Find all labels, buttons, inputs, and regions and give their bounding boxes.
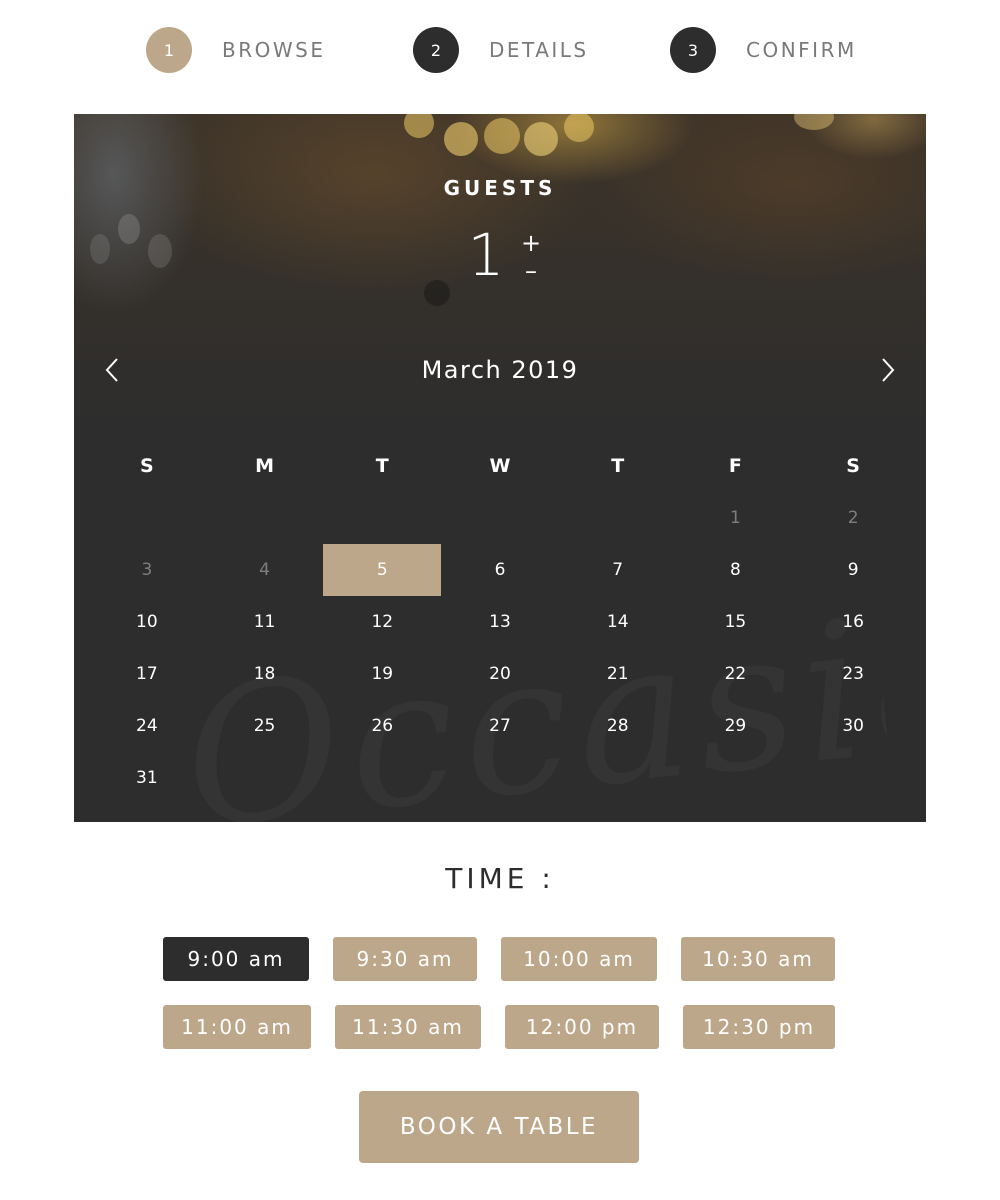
- bokeh-light: [444, 122, 478, 156]
- chevron-left-icon: [105, 358, 118, 382]
- booking-steps: 1 BROWSE 2 DETAILS 3 CONFIRM: [0, 0, 1000, 114]
- calendar-day[interactable]: 14: [559, 596, 677, 648]
- calendar-day[interactable]: 26: [323, 700, 441, 752]
- calendar-day[interactable]: 22: [677, 648, 795, 700]
- weekday-header: F: [728, 455, 742, 477]
- weekday-header: T: [611, 455, 625, 477]
- calendar-day[interactable]: 11: [206, 596, 324, 648]
- step-label: BROWSE: [222, 38, 326, 62]
- bokeh-light: [424, 280, 450, 306]
- bokeh-light: [148, 234, 172, 268]
- calendar-empty-cell: [206, 492, 324, 544]
- bokeh-light: [404, 114, 434, 138]
- calendar-day[interactable]: 24: [88, 700, 206, 752]
- weekday-header: S: [140, 455, 154, 477]
- calendar-day[interactable]: 25: [206, 700, 324, 752]
- weekday-header: T: [375, 455, 389, 477]
- minus-icon: –: [525, 257, 537, 285]
- calendar-day[interactable]: 8: [677, 544, 795, 596]
- book-table-button[interactable]: BOOK A TABLE: [359, 1091, 639, 1163]
- bokeh-light: [484, 118, 520, 154]
- chevron-right-icon: [882, 358, 895, 382]
- plus-icon: +: [520, 229, 542, 257]
- calendar-day-selected[interactable]: 5: [323, 544, 442, 596]
- bokeh-light: [564, 114, 594, 142]
- calendar-day: 3: [141, 560, 153, 580]
- calendar-grid: S M T W T F S 1 2 3 4 5 6 7 8 9 10 11 12 13 14 15 16 17 18 19 20 21…: [88, 440, 912, 804]
- weekday-header: W: [489, 455, 511, 477]
- step-confirm[interactable]: 3 CONFIRM: [670, 27, 857, 73]
- time-slot-button[interactable]: 11:00 am: [163, 1005, 311, 1049]
- time-title: TIME :: [445, 862, 555, 895]
- calendar-day[interactable]: 31: [88, 752, 206, 804]
- calendar-empty-cell: [441, 492, 559, 544]
- guest-count: 1: [467, 221, 505, 289]
- step-number-badge: 1: [146, 27, 192, 73]
- time-slot-button[interactable]: 9:00 am: [163, 937, 309, 981]
- calendar-day[interactable]: 10: [88, 596, 206, 648]
- time-slot-button[interactable]: 11:30 am: [335, 1005, 481, 1049]
- time-slot-button[interactable]: 10:00 am: [501, 937, 657, 981]
- calendar-day[interactable]: 18: [206, 648, 324, 700]
- time-slot-button[interactable]: 9:30 am: [333, 937, 477, 981]
- step-number-badge: 3: [670, 27, 716, 73]
- calendar-empty-cell: [323, 492, 441, 544]
- calendar-day: 1: [730, 508, 741, 528]
- calendar-day[interactable]: 6: [441, 544, 559, 596]
- bokeh-light: [794, 114, 834, 130]
- calendar-day[interactable]: 16: [794, 596, 912, 648]
- step-number-badge: 2: [413, 27, 459, 73]
- calendar-day[interactable]: 29: [677, 700, 795, 752]
- calendar-day[interactable]: 9: [794, 544, 912, 596]
- calendar-day[interactable]: 27: [441, 700, 559, 752]
- calendar-day[interactable]: 30: [794, 700, 912, 752]
- reservation-panel: Occasion GUESTS 1 + – March 2019 SMTWTFS…: [74, 114, 926, 822]
- calendar-day[interactable]: 15: [677, 596, 795, 648]
- step-label: DETAILS: [489, 38, 589, 62]
- prev-month-button[interactable]: [94, 352, 130, 388]
- step-browse[interactable]: 1 BROWSE: [146, 27, 325, 73]
- calendar-day[interactable]: 12: [323, 596, 441, 648]
- step-details[interactable]: 2 DETAILS: [413, 27, 589, 73]
- calendar-day[interactable]: 20: [441, 648, 559, 700]
- time-slot-button[interactable]: 10:30 am: [681, 937, 835, 981]
- guest-increment-button[interactable]: +: [518, 230, 544, 256]
- time-slot-button[interactable]: 12:30 pm: [683, 1005, 835, 1049]
- calendar-day: 4: [259, 560, 270, 580]
- weekday-header: S: [846, 455, 860, 477]
- calendar-empty-cell: [559, 492, 677, 544]
- bokeh-light: [524, 122, 558, 156]
- bokeh-light: [90, 234, 110, 264]
- step-label: CONFIRM: [746, 38, 857, 62]
- calendar-empty-cell: [88, 492, 206, 544]
- calendar-day[interactable]: 28: [559, 700, 677, 752]
- calendar-day[interactable]: 7: [559, 544, 677, 596]
- calendar-day[interactable]: 17: [88, 648, 206, 700]
- weekday-header: M: [255, 455, 275, 477]
- next-month-button[interactable]: [870, 352, 906, 388]
- bokeh-light: [118, 214, 140, 244]
- calendar-day[interactable]: 23: [794, 648, 912, 700]
- calendar-month-label: March 2019: [421, 356, 579, 384]
- guests-title: GUESTS: [443, 176, 557, 200]
- calendar-day[interactable]: 19: [323, 648, 441, 700]
- calendar-day: 2: [847, 508, 859, 528]
- calendar-day[interactable]: 21: [559, 648, 677, 700]
- time-slot-button[interactable]: 12:00 pm: [505, 1005, 659, 1049]
- calendar-day[interactable]: 13: [441, 596, 559, 648]
- guest-decrement-button[interactable]: –: [518, 258, 544, 284]
